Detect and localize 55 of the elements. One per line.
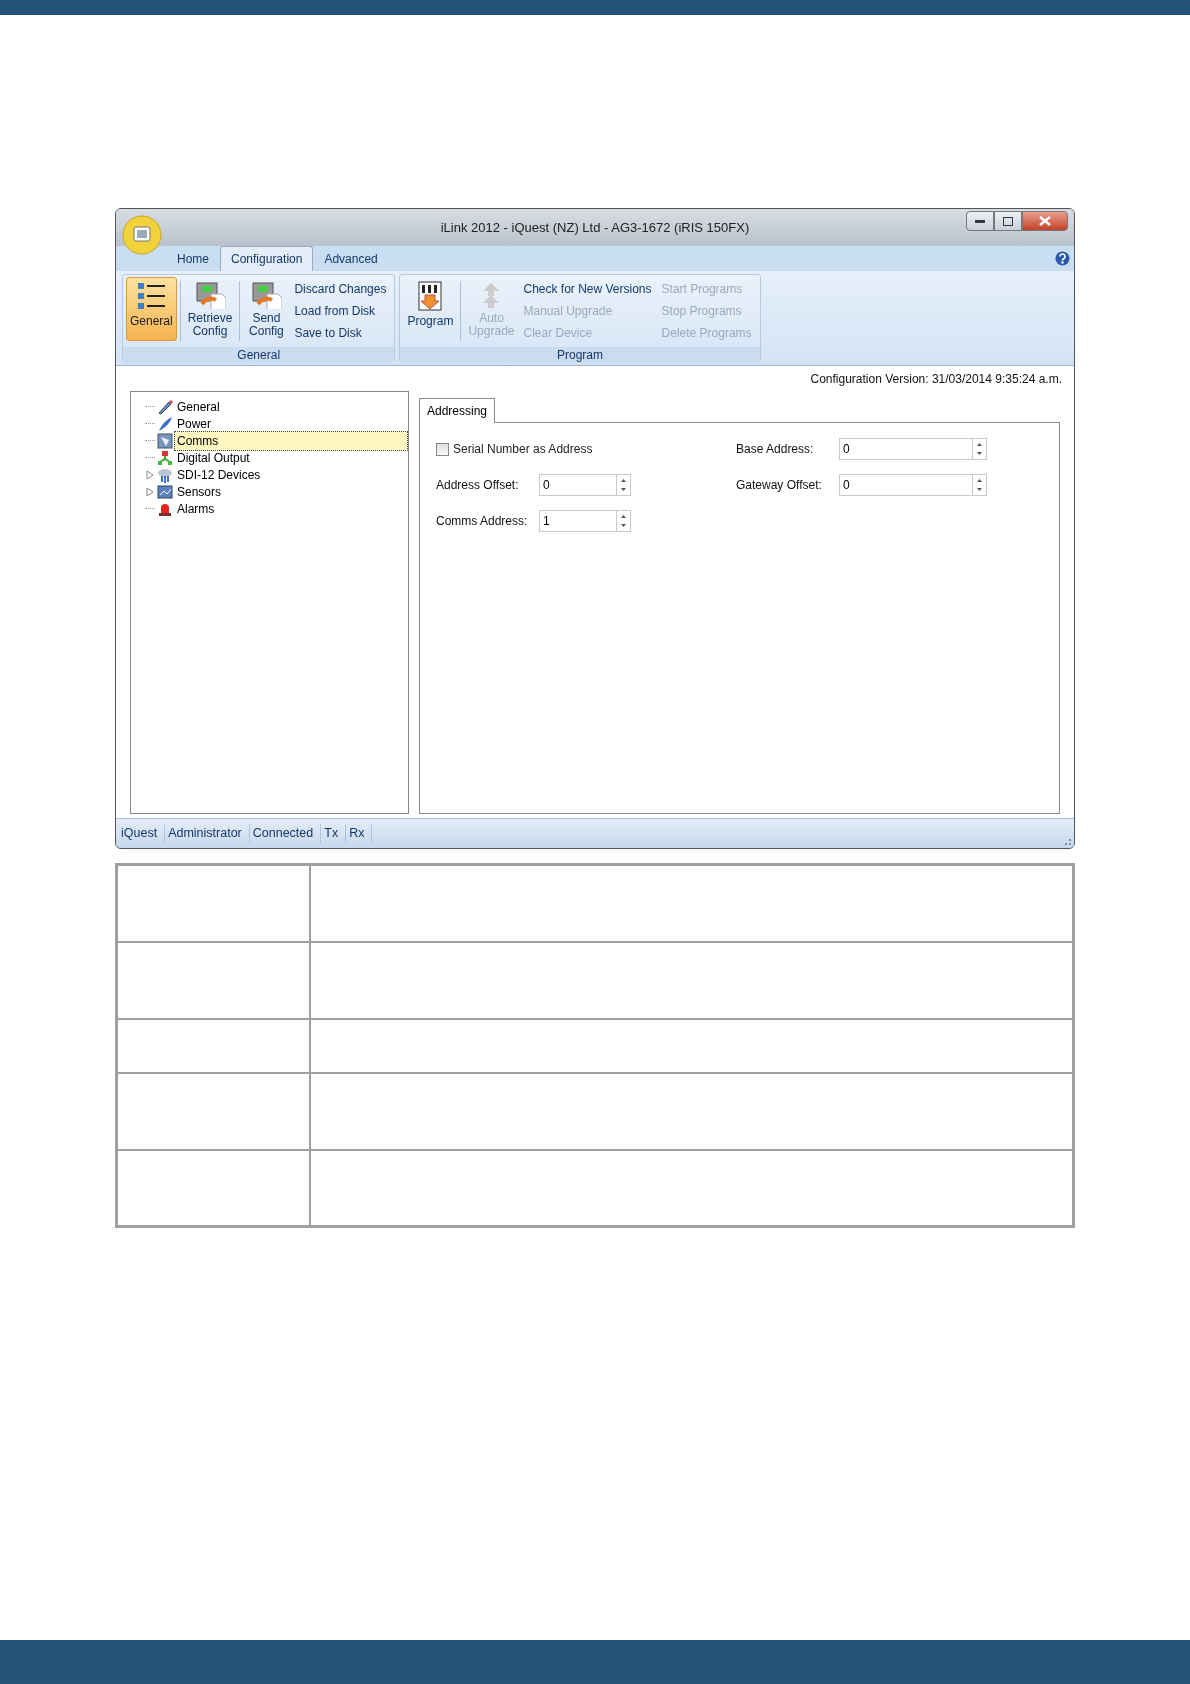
- ribbon-tab[interactable]: Home: [166, 246, 220, 271]
- resize-grip-icon: [1062, 836, 1072, 846]
- window-title: iLink 2012 - iQuest (NZ) Ltd - AG3-1672 (iRIS 150FX): [440, 218, 750, 237]
- checkbox-label: Serial Number as Address: [453, 441, 593, 458]
- ribbon-button[interactable]: Retrieve Config: [183, 277, 237, 341]
- config-version: Configuration Version: 31/03/2014 9:35:24 a.m.: [810, 370, 1062, 388]
- ribbon-button[interactable]: Send Config: [243, 277, 290, 341]
- network-icon: [157, 449, 173, 466]
- ribbon-group-label: General: [123, 347, 395, 363]
- ribbon-button[interactable]: Save to Disk: [291, 323, 390, 343]
- computer-arrow-icon: [250, 280, 283, 309]
- spin-buttons[interactable]: [617, 510, 631, 532]
- ribbon-button[interactable]: Check for New Versions: [520, 279, 655, 299]
- spin-buttons[interactable]: [617, 474, 631, 496]
- maximize-button[interactable]: [994, 211, 1022, 231]
- pencil-icon: [157, 398, 173, 415]
- ribbon-button[interactable]: Discard Changes: [291, 279, 390, 299]
- chart-icon: [157, 483, 173, 500]
- cloud-icon: [157, 466, 173, 483]
- number-field[interactable]: 0: [839, 474, 973, 496]
- expand-arrow-icon[interactable]: [145, 469, 155, 480]
- panel-tab[interactable]: Addressing: [419, 398, 496, 423]
- status-item: Administrator: [165, 824, 250, 843]
- ribbon-tab[interactable]: Configuration: [220, 246, 314, 271]
- field-label: Base Address:: [736, 441, 815, 458]
- expand-arrow-icon[interactable]: [145, 486, 155, 497]
- tree-item[interactable]: Comms: [174, 430, 408, 451]
- spin-buttons[interactable]: [973, 474, 987, 496]
- ribbon-button[interactable]: Program: [403, 277, 458, 341]
- field-label: Comms Address:: [436, 513, 529, 530]
- close-icon: [1039, 216, 1051, 226]
- field-label: Gateway Offset:: [736, 477, 823, 494]
- status-item: Connected: [249, 824, 322, 843]
- field-label: Address Offset:: [436, 477, 520, 494]
- computer-arrow-icon: [194, 280, 227, 309]
- checkbox[interactable]: [436, 442, 449, 456]
- list-icon: [135, 280, 168, 312]
- ribbon-button[interactable]: General: [126, 277, 177, 341]
- minimize-button[interactable]: [966, 211, 994, 231]
- help-icon[interactable]: [1055, 251, 1070, 266]
- maximize-icon: [1003, 216, 1013, 226]
- status-item: iQuest: [118, 824, 166, 843]
- status-item: Tx: [321, 824, 347, 843]
- number-field[interactable]: 1: [539, 510, 617, 532]
- pen-icon: [157, 415, 173, 432]
- ribbon-button[interactable]: Load from Disk: [291, 301, 390, 321]
- number-field[interactable]: 0: [539, 474, 617, 496]
- close-button[interactable]: [1022, 211, 1068, 231]
- ribbon-tab[interactable]: Advanced: [313, 246, 389, 271]
- ribbon-group-label: Program: [400, 347, 760, 363]
- status-item: Rx: [346, 824, 373, 843]
- number-field[interactable]: 0: [839, 438, 973, 460]
- spin-buttons[interactable]: [973, 438, 987, 460]
- minimize-icon: [975, 219, 985, 223]
- window-icon: [157, 432, 173, 449]
